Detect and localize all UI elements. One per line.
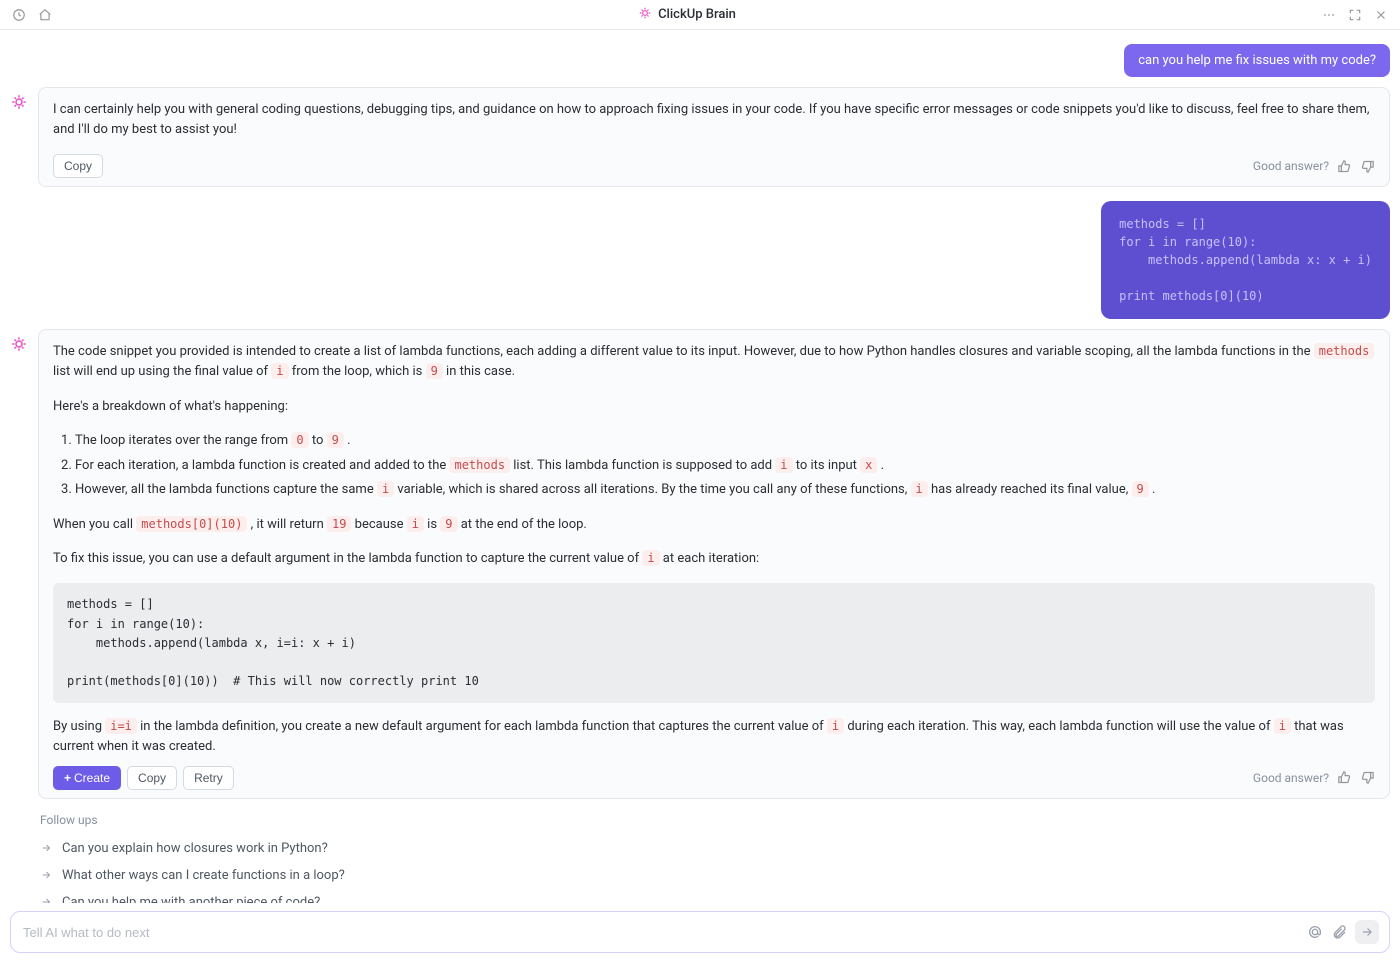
followups: Follow ups Can you explain how closures … (40, 813, 1390, 903)
composer (10, 911, 1390, 953)
app-title: ClickUp Brain (658, 7, 736, 22)
assistant-message: The code snippet you provided is intende… (38, 329, 1390, 798)
composer-input[interactable] (21, 924, 1307, 941)
followup-item[interactable]: Can you help me with another piece of co… (40, 889, 1390, 903)
create-button[interactable]: +Create (53, 766, 121, 790)
send-button[interactable] (1355, 920, 1379, 944)
expand-icon[interactable] (1346, 6, 1364, 24)
code-inline: i (271, 363, 288, 379)
code-inline: 9 (426, 363, 443, 379)
user-code-message: methods = [] for i in range(10): methods… (1101, 201, 1390, 319)
list-item: However, all the lambda functions captur… (75, 480, 1375, 501)
assistant-text: I can certainly help you with general co… (53, 100, 1375, 140)
assistant-text: Here's a breakdown of what's happening: (53, 397, 1375, 417)
followup-item[interactable]: Can you explain how closures work in Pyt… (40, 835, 1390, 862)
mention-icon[interactable] (1307, 924, 1323, 940)
feedback-label: Good answer? (1253, 771, 1329, 785)
thumbs-down-icon[interactable] (1360, 770, 1375, 785)
ordered-list: The loop iterates over the range from 0 … (53, 431, 1375, 501)
copy-button[interactable]: Copy (53, 154, 103, 178)
list-item: The loop iterates over the range from 0 … (75, 431, 1375, 452)
followup-text: Can you help me with another piece of co… (62, 895, 320, 903)
thumbs-up-icon[interactable] (1337, 770, 1352, 785)
more-icon[interactable] (1320, 6, 1338, 24)
followup-text: Can you explain how closures work in Pyt… (62, 841, 328, 856)
feedback-label: Good answer? (1253, 159, 1329, 173)
assistant-text: By using i=i in the lambda definition, y… (53, 717, 1375, 757)
code-block: methods = [] for i in range(10): methods… (53, 583, 1375, 703)
assistant-message: I can certainly help you with general co… (38, 87, 1390, 187)
home-icon[interactable] (36, 6, 54, 24)
chat-scroll: can you help me fix issues with my code?… (0, 30, 1400, 903)
assistant-text: To fix this issue, you can use a default… (53, 549, 1375, 569)
followup-item[interactable]: What other ways can I create functions i… (40, 862, 1390, 889)
history-icon[interactable] (10, 6, 28, 24)
close-icon[interactable] (1372, 6, 1390, 24)
followup-text: What other ways can I create functions i… (62, 868, 345, 883)
attach-icon[interactable] (1331, 924, 1347, 940)
retry-button[interactable]: Retry (183, 766, 234, 790)
list-item: For each iteration, a lambda function is… (75, 456, 1375, 477)
thumbs-up-icon[interactable] (1337, 159, 1352, 174)
copy-button[interactable]: Copy (127, 766, 177, 790)
code-inline: methods (1314, 343, 1375, 359)
followups-title: Follow ups (40, 813, 1390, 827)
header: ClickUp Brain (0, 0, 1400, 30)
assistant-text: The code snippet you provided is intende… (53, 342, 1375, 382)
brain-icon (10, 335, 28, 353)
thumbs-down-icon[interactable] (1360, 159, 1375, 174)
brain-icon (10, 93, 28, 111)
user-message: can you help me fix issues with my code? (1124, 44, 1390, 77)
brain-icon (638, 6, 652, 24)
assistant-text: When you call methods[0](10) , it will r… (53, 515, 1375, 535)
